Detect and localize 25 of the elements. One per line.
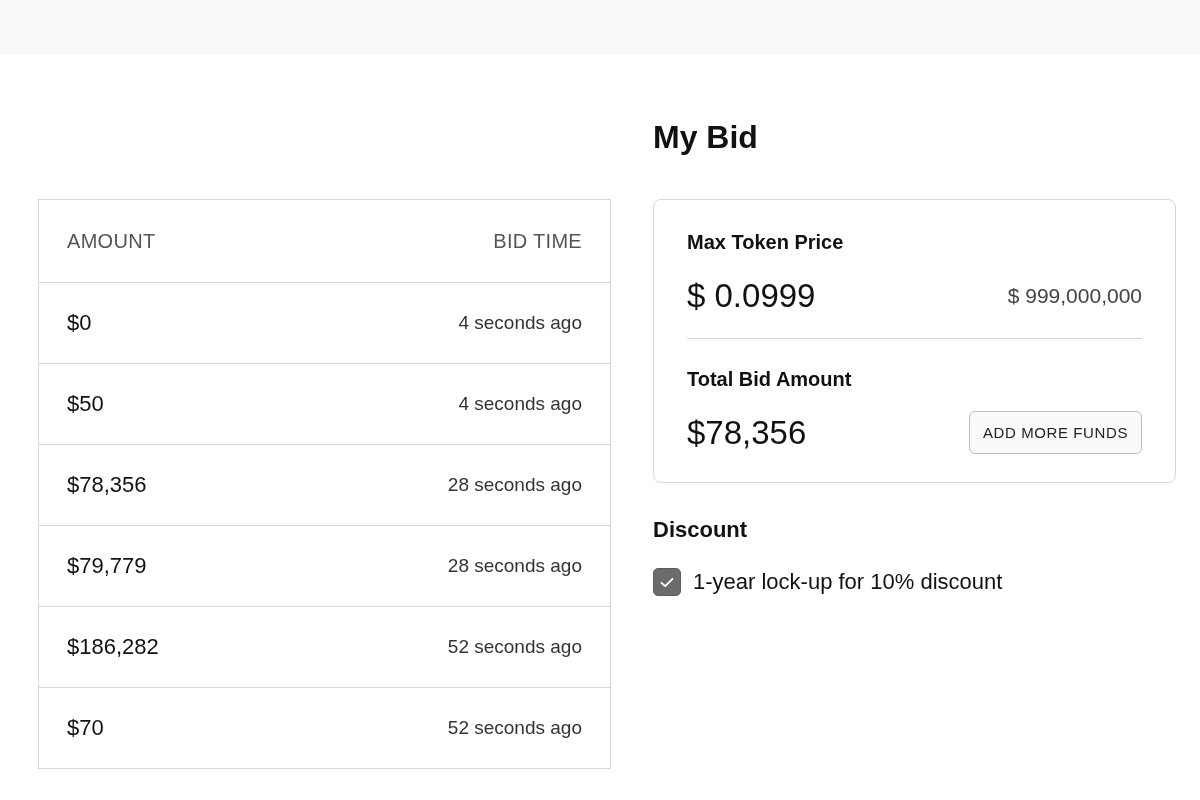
- bid-time-cell: 52 seconds ago: [447, 717, 582, 739]
- field-label: Max Token Price: [687, 230, 844, 254]
- amount-cell: $0: [67, 310, 92, 336]
- add-funds-button[interactable]: ADD MORE FUNDS: [968, 411, 1142, 454]
- column-header: AMOUNT: [67, 229, 156, 253]
- bid-time-cell: 28 seconds ago: [447, 474, 582, 496]
- field-label: Total Bid Amount: [687, 367, 852, 391]
- bid-time-cell: 52 seconds ago: [447, 636, 582, 658]
- section-heading: My Bid: [653, 118, 758, 157]
- bid-time-cell: 4 seconds ago: [458, 312, 582, 334]
- amount-cell: $186,282: [67, 634, 159, 660]
- bid-time-cell: 28 seconds ago: [447, 555, 582, 577]
- amount-cell: $78,356: [67, 472, 147, 498]
- column-header: BID TIME: [493, 229, 582, 253]
- amount-cell: $79,779: [67, 553, 147, 579]
- section-title: Discount: [653, 516, 748, 544]
- checkbox-label: 1-year lock-up for 10% discount: [693, 569, 1003, 595]
- amount-cell: $70: [67, 715, 104, 741]
- amount-cell: $50: [67, 391, 104, 417]
- bid-time-cell: 4 seconds ago: [458, 393, 582, 415]
- checkbox[interactable]: [653, 568, 681, 596]
- price-value: $ 0.0999: [687, 275, 816, 316]
- total-value: $ 999,000,000: [1007, 283, 1142, 308]
- amount-value: $78,356: [687, 412, 807, 453]
- check-icon: [660, 576, 674, 588]
